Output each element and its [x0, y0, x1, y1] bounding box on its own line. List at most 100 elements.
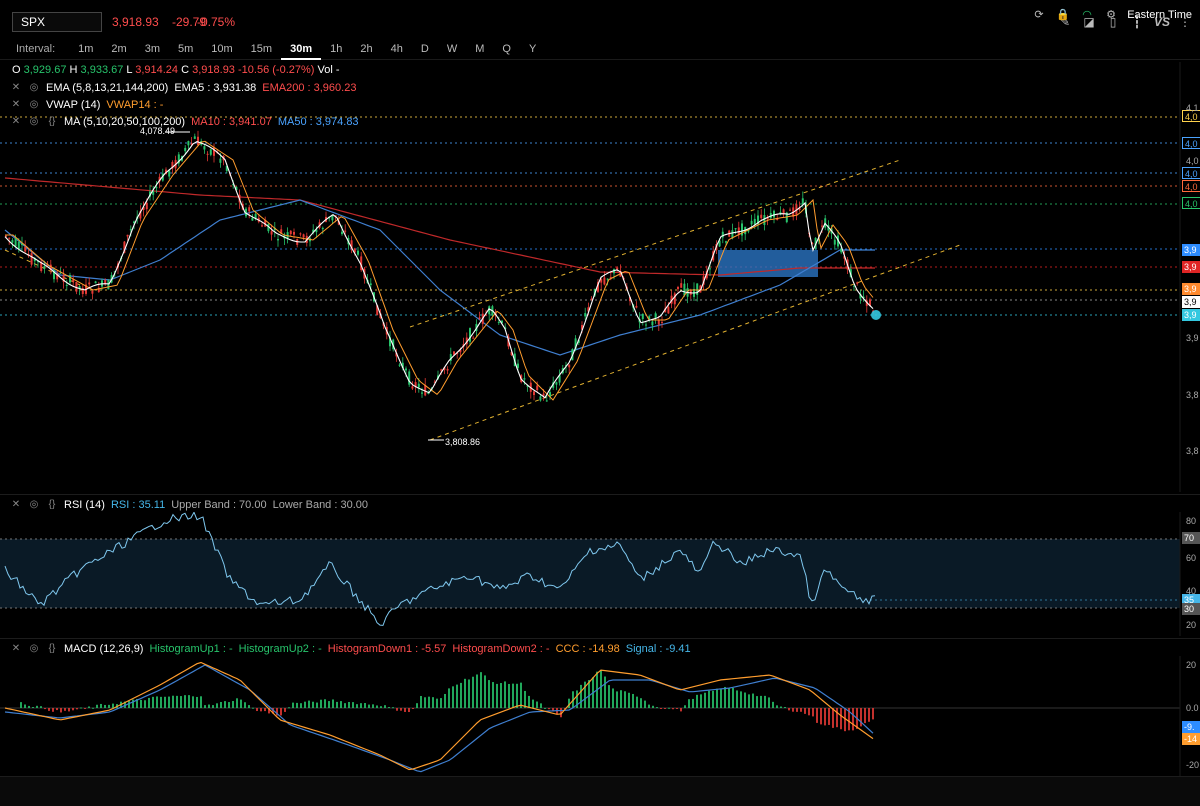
macd-histogram-bar — [676, 708, 678, 709]
candle-body — [209, 149, 212, 155]
macd-histogram-bar — [548, 708, 550, 710]
macd-chart[interactable] — [0, 656, 1200, 776]
macd-histogram-bar — [504, 681, 506, 708]
study-value-signal: Signal : -9.41 — [625, 643, 691, 655]
macd-histogram-bar — [588, 680, 590, 708]
interval-1h[interactable]: 1h — [321, 38, 351, 60]
interval-1m[interactable]: 1m — [69, 38, 102, 60]
macd-histogram-bar — [648, 704, 650, 708]
candle-body — [193, 136, 196, 139]
wifi-icon: ◠ — [1082, 9, 1092, 21]
candle-body — [750, 220, 753, 225]
candle-body — [680, 283, 683, 288]
macd-histogram-bar — [752, 693, 754, 708]
code-icon[interactable]: {} — [46, 643, 58, 655]
interval-4h[interactable]: 4h — [382, 38, 412, 60]
macd-histogram-bar — [60, 708, 62, 713]
interval-2m[interactable]: 2m — [102, 38, 135, 60]
axis-tag: 3,9 — [1182, 283, 1200, 295]
price-change-percent: -0.75% — [197, 15, 236, 29]
candle-body — [17, 242, 20, 250]
settings-icon[interactable]: ◎ — [28, 643, 40, 655]
interval-2h[interactable]: 2h — [351, 38, 381, 60]
settings-icon[interactable]: ◎ — [28, 82, 40, 94]
axis-tag: 4,0 — [1182, 167, 1200, 179]
macd-histogram-bar — [824, 708, 826, 726]
settings-icon[interactable]: ◎ — [28, 99, 40, 111]
macd-histogram-bar — [244, 702, 246, 708]
axis-tag: 70 — [1182, 532, 1200, 544]
macd-histogram-bar — [80, 707, 82, 709]
candle-body — [603, 277, 606, 285]
close-icon[interactable]: ✕ — [10, 99, 22, 111]
macd-histogram-bar — [396, 708, 398, 711]
candle-body — [302, 234, 305, 238]
macd-histogram-bar — [92, 707, 94, 709]
macd-histogram-bar — [712, 690, 714, 708]
candle-body — [536, 385, 539, 391]
close-icon[interactable]: ✕ — [10, 499, 22, 511]
macd-histogram-bar — [316, 702, 318, 708]
macd-histogram-bar — [724, 686, 726, 708]
macd-histogram-bar — [332, 699, 334, 708]
settings-icon[interactable]: ⚙ — [1104, 8, 1118, 22]
panel-divider[interactable] — [0, 638, 1200, 639]
interval-30m[interactable]: 30m — [281, 38, 322, 60]
macd-histogram-bar — [452, 686, 454, 708]
macd-histogram-bar — [632, 693, 634, 708]
code-icon[interactable]: {} — [46, 116, 58, 128]
macd-histogram-bar — [776, 705, 778, 708]
symbol-input[interactable]: SPX — [12, 12, 102, 32]
candle-body — [568, 364, 571, 368]
candle-body — [357, 250, 359, 255]
code-icon[interactable]: {} — [46, 499, 58, 511]
candle-body — [801, 198, 804, 205]
settings-icon[interactable]: ◎ — [28, 116, 40, 128]
study-name-macd[interactable]: MACD (12,26,9) — [64, 643, 143, 655]
close-icon[interactable]: ✕ — [10, 82, 22, 94]
candle-body — [753, 218, 756, 225]
interval-m[interactable]: M — [466, 38, 493, 60]
study-row-ema: ✕ ◎ EMA (5,8,13,21,144,200) EMA5 : 3,931… — [10, 80, 357, 96]
macd-histogram-bar — [804, 708, 806, 714]
macd-histogram-bar — [800, 708, 802, 712]
study-name-rsi[interactable]: RSI (14) — [64, 499, 105, 511]
candle-body — [789, 209, 791, 211]
interval-15m[interactable]: 15m — [242, 38, 281, 60]
macd-histogram-bar — [20, 702, 22, 708]
close-icon[interactable]: ✕ — [10, 643, 22, 655]
macd-histogram-bar — [464, 678, 466, 708]
refresh-icon[interactable]: ⟳ — [1032, 8, 1046, 22]
macd-histogram-bar — [708, 690, 710, 708]
interval-q[interactable]: Q — [493, 38, 520, 60]
candle-body — [773, 210, 775, 218]
timezone-label[interactable]: Eastern Time — [1127, 9, 1192, 21]
rsi-chart[interactable] — [0, 512, 1200, 636]
interval-5m[interactable]: 5m — [169, 38, 202, 60]
interval-y[interactable]: Y — [520, 38, 545, 60]
interval-3m[interactable]: 3m — [136, 38, 169, 60]
macd-histogram-bar — [400, 708, 402, 711]
candle-body — [497, 321, 500, 323]
macd-histogram-bar — [748, 694, 750, 708]
macd-histogram-bar — [264, 708, 266, 712]
volume-label: Vol — [317, 64, 333, 76]
interval-w[interactable]: W — [438, 38, 466, 60]
axis-tag: 3,9 — [1182, 244, 1200, 256]
settings-icon[interactable]: ◎ — [28, 499, 40, 511]
study-name-vwap[interactable]: VWAP (14) — [46, 99, 100, 111]
study-name-ema[interactable]: EMA (5,8,13,21,144,200) — [46, 82, 168, 94]
macd-histogram-bar — [220, 701, 222, 708]
panel-divider[interactable] — [0, 494, 1200, 495]
macd-histogram-bar — [64, 708, 66, 711]
macd-histogram-bar — [604, 676, 606, 708]
candle-body — [523, 378, 526, 380]
close-icon[interactable]: ✕ — [10, 116, 22, 128]
macd-histogram-bar — [488, 680, 490, 708]
candle-body — [145, 202, 148, 210]
interval-10m[interactable]: 10m — [202, 38, 241, 60]
interval-d[interactable]: D — [412, 38, 438, 60]
low-value: 3,914.24 — [135, 64, 179, 76]
lock-icon[interactable]: 🔒 — [1056, 8, 1070, 22]
candle-body — [344, 230, 347, 232]
